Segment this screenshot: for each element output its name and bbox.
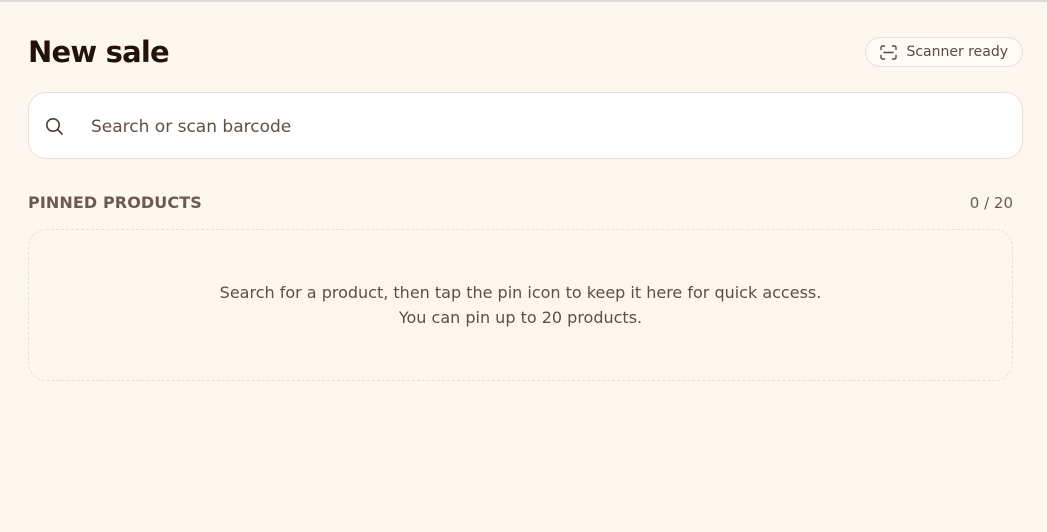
empty-state-hint: You can pin up to 20 products. [398,308,643,327]
search-bar[interactable] [28,92,1023,160]
search-icon [45,117,64,140]
empty-state-message: Search for a product, then tap the pin i… [219,283,822,302]
search-input[interactable] [89,93,993,160]
top-divider [0,0,1047,2]
scanner-icon [880,44,898,60]
pinned-products-empty-state: Search for a product, then tap the pin i… [28,229,1013,381]
page-header: New sale Scanner ready [28,32,1023,72]
pinned-products-header: PINNED PRODUCTS 0 / 20 [28,192,1013,214]
page-title: New sale [28,35,170,69]
pinned-products-title: PINNED PRODUCTS [28,193,202,212]
pinned-count: 0 / 20 [969,194,1013,212]
scanner-status-badge: Scanner ready [865,37,1023,67]
scanner-status-label: Scanner ready [906,44,1008,60]
